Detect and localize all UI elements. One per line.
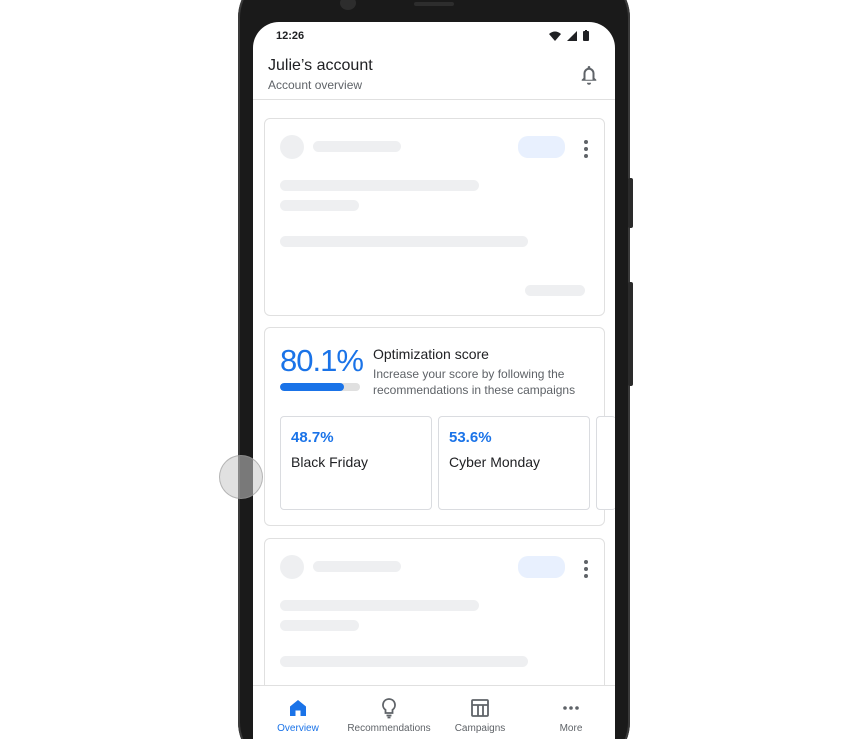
campaign-score: 53.6% — [449, 429, 492, 446]
skeleton-avatar — [280, 135, 304, 159]
nav-label: Recommendations — [347, 723, 431, 734]
optimization-score-title: Optimization score — [373, 346, 489, 362]
optimization-score-card[interactable]: 80.1% Optimization score Increase your s… — [264, 327, 615, 526]
skeleton-line — [280, 236, 528, 247]
campaign-card-next-partial[interactable] — [596, 416, 615, 510]
campaign-card-black-friday[interactable]: 48.7% Black Friday — [280, 416, 432, 510]
status-bar: 12:26 — [253, 22, 615, 50]
status-icons — [549, 30, 589, 41]
loading-card-top — [264, 118, 605, 316]
nav-label: Campaigns — [454, 723, 506, 734]
optimization-score-bar — [280, 383, 360, 391]
optimization-score-value: 80.1% — [280, 343, 364, 378]
skeleton-line — [280, 600, 479, 611]
nav-campaigns[interactable]: Campaigns — [435, 686, 525, 739]
volume-button — [628, 178, 633, 228]
skeleton-chip — [518, 556, 565, 578]
bell-icon[interactable] — [577, 63, 601, 87]
skeleton-chip — [518, 136, 565, 158]
power-button — [628, 282, 633, 386]
nav-recommendations[interactable]: Recommendations — [344, 686, 434, 739]
phone-screen: 12:26 Julie’s account Account overview 8… — [253, 22, 615, 739]
campaign-score: 48.7% — [291, 429, 334, 446]
optimization-score-bar-fill — [280, 383, 345, 391]
campaign-name: Cyber Monday — [449, 454, 541, 470]
account-subtitle: Account overview — [268, 78, 363, 92]
nav-label: Overview — [277, 723, 319, 734]
cellular-signal-icon — [567, 30, 577, 41]
nav-overview[interactable]: Overview — [253, 686, 343, 739]
lightbulb-icon — [382, 698, 396, 719]
wifi-icon — [549, 31, 561, 41]
skeleton-line — [280, 180, 479, 191]
campaigns-table-icon — [471, 699, 489, 717]
skeleton-line — [313, 561, 401, 572]
campaign-card-cyber-monday[interactable]: 53.6% Cyber Monday — [438, 416, 590, 510]
earpiece-speaker — [414, 2, 454, 6]
bottom-navigation: Overview Recommendations Campaigns More — [253, 685, 615, 739]
home-icon — [290, 700, 306, 716]
nav-label: More — [559, 723, 583, 734]
optimization-score-description: Increase your score by following the rec… — [373, 367, 576, 397]
campaign-name: Black Friday — [291, 454, 369, 470]
skeleton-line — [313, 141, 401, 152]
skeleton-avatar — [280, 555, 304, 579]
skeleton-button — [525, 285, 585, 296]
skeleton-line — [280, 200, 359, 211]
nav-more[interactable]: More — [526, 686, 615, 739]
battery-icon — [583, 30, 589, 41]
more-vertical-icon[interactable] — [584, 140, 588, 158]
more-vertical-icon[interactable] — [584, 560, 588, 578]
status-time: 12:26 — [276, 30, 305, 42]
account-title[interactable]: Julie’s account — [268, 57, 373, 75]
skeleton-line — [280, 656, 528, 667]
skeleton-line — [280, 620, 359, 631]
more-horizontal-icon — [563, 706, 579, 710]
touch-indicator — [219, 455, 263, 499]
app-header: Julie’s account Account overview — [253, 50, 615, 100]
